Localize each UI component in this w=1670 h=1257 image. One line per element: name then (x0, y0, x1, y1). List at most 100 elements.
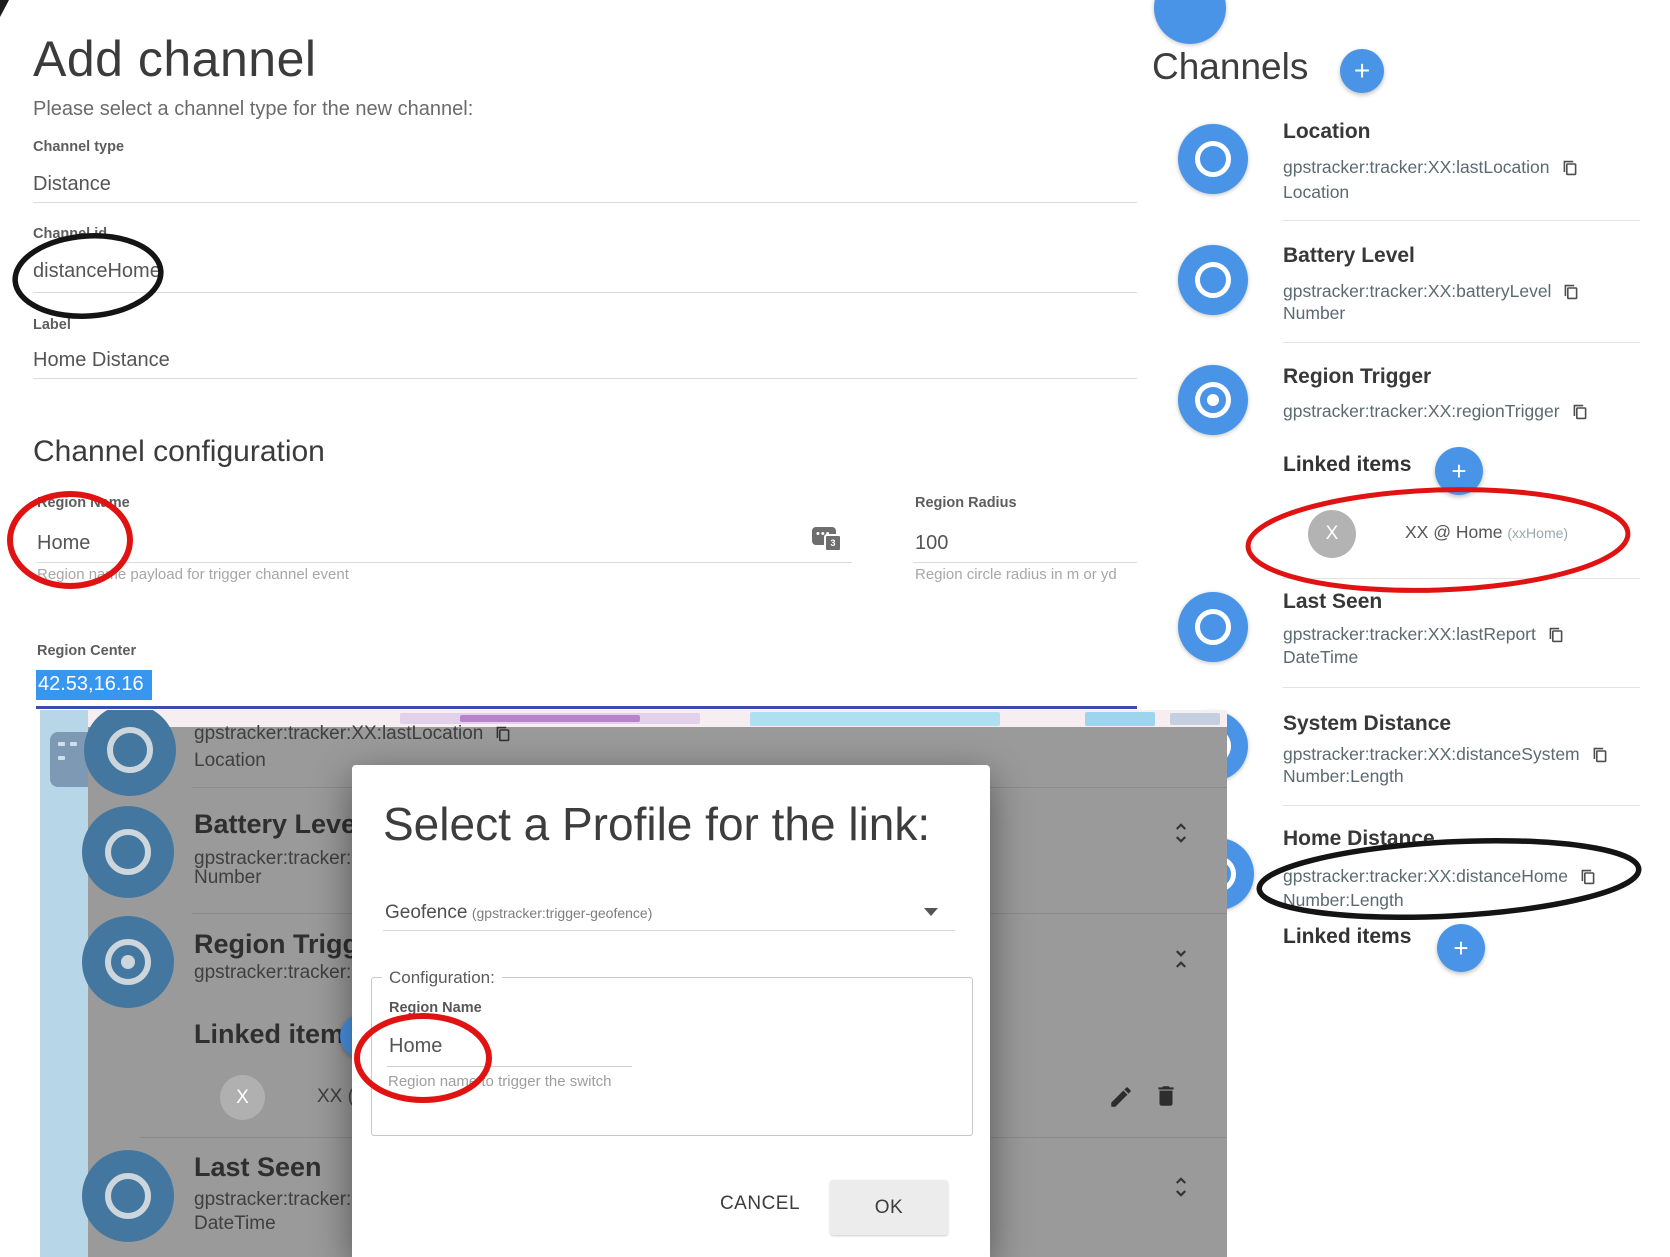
field-underline (33, 292, 1137, 293)
page: Add channel Please select a channel type… (0, 0, 1670, 1257)
unfold-more-icon[interactable] (1168, 818, 1194, 848)
profile-select[interactable]: Geofence (gpstracker:trigger-geofence) (385, 902, 652, 924)
select-underline (383, 930, 955, 931)
page-title: Add channel (33, 30, 317, 88)
add-linked-item-button[interactable]: + (1437, 924, 1485, 972)
channel-uid: gpstracker:tracker:XX:distanceSystem (1283, 744, 1580, 765)
bg-channel-id-row: gpstracker:tracker:X (194, 962, 364, 984)
ok-button[interactable]: OK (830, 1180, 948, 1235)
channel-uid: gpstracker:tracker:XX:lastReport (1283, 624, 1536, 645)
channel-item-type: DateTime (1283, 647, 1358, 668)
region-name-field[interactable]: Home (37, 532, 90, 555)
bg-channel-id-row: gpstracker:tracker:XX:lastLocation (194, 723, 511, 745)
plus-icon: + (1354, 55, 1370, 87)
map-fragment-left (40, 710, 88, 1257)
copy-icon[interactable] (1572, 403, 1588, 421)
divider (1283, 687, 1640, 688)
field-underline (37, 562, 852, 563)
divider (1283, 805, 1640, 806)
bg-channel-id-row: gpstracker:tracker:X (194, 1189, 364, 1211)
bg-channel-item-type: DateTime (194, 1213, 276, 1235)
copy-icon[interactable] (1548, 626, 1564, 644)
linked-item-note: (xxHome) (1507, 525, 1568, 541)
plus-icon: + (1453, 933, 1468, 964)
region-name-helper: Region name payload for trigger channel … (37, 566, 349, 583)
divider (1283, 578, 1640, 579)
channel-type-label: Channel type (33, 139, 124, 155)
channel-battery-icon (1178, 245, 1248, 315)
channel-title: System Distance (1283, 712, 1451, 736)
cancel-button[interactable]: CANCEL (710, 1182, 810, 1225)
region-center-label: Region Center (37, 643, 136, 659)
channel-title: Battery Level (1283, 244, 1415, 268)
divider (1283, 342, 1640, 343)
linked-items-label: Linked items (1283, 925, 1411, 949)
profile-dialog: Select a Profile for the link: Geofence … (352, 765, 990, 1257)
channel-id-row: gpstracker:tracker:XX:batteryLevel (1283, 281, 1579, 302)
copy-icon[interactable] (1592, 746, 1608, 764)
region-name-label: Region Name (37, 495, 130, 511)
channel-id-row: gpstracker:tracker:XX:lastReport (1283, 624, 1564, 645)
channel-title: Home Distance (1283, 827, 1435, 851)
region-radius-label: Region Radius (915, 495, 1017, 511)
label-field[interactable]: Home Distance (33, 349, 170, 372)
channel-item-type: Location (1283, 182, 1349, 203)
bg-channel-item-type: Location (194, 750, 266, 772)
channel-title: Region Trigger (1283, 365, 1431, 389)
plus-icon: + (1451, 456, 1466, 487)
copy-icon[interactable] (495, 725, 511, 743)
config-heading: Channel configuration (33, 435, 325, 469)
channel-id-row: gpstracker:tracker:XX:lastLocation (1283, 157, 1578, 178)
unfold-less-icon[interactable] (1168, 944, 1194, 974)
region-radius-field[interactable]: 100 (915, 532, 948, 555)
channel-uid: gpstracker:tracker:XX:batteryLevel (1283, 281, 1551, 302)
copy-icon[interactable] (1563, 283, 1579, 301)
edit-icon[interactable] (1108, 1084, 1134, 1110)
delete-icon[interactable] (1153, 1082, 1179, 1110)
corner-artifact (0, 0, 9, 17)
dialog-region-name-field[interactable]: Home (389, 1035, 442, 1058)
focused-field-underline (36, 706, 1137, 709)
channel-id-row: gpstracker:tracker:XX:distanceSystem (1283, 744, 1608, 765)
add-linked-item-button[interactable]: + (1435, 447, 1483, 495)
channel-id-row: gpstracker:tracker:XX:regionTrigger (1283, 401, 1588, 422)
unfold-more-icon[interactable] (1168, 1172, 1194, 1202)
copy-icon[interactable] (1580, 868, 1596, 886)
bg-channel-title: Battery Level (194, 809, 364, 840)
linked-items-label: Linked items (1283, 453, 1411, 477)
dialog-region-name-helper: Region name to trigger the switch (388, 1073, 611, 1090)
region-center-field[interactable]: 42.53,16.16 (36, 673, 152, 696)
fieldset-legend: Configuration: (382, 968, 502, 988)
channel-title: Location (1283, 120, 1371, 144)
channel-title: Last Seen (1283, 590, 1382, 614)
bg-channel-title: Last Seen (194, 1152, 322, 1183)
channel-type-field[interactable]: Distance (33, 173, 111, 196)
divider (1283, 220, 1640, 221)
bg-linked-items-label: Linked items (194, 1019, 359, 1050)
dialog-region-name-label: Region Name (389, 1000, 482, 1016)
region-radius-helper: Region circle radius in m or yd (915, 566, 1117, 583)
bg-channel-region-trigger-icon (82, 916, 174, 1008)
bg-channel-battery-icon (82, 806, 174, 898)
keypad-icon[interactable]: ••• 3 (812, 527, 836, 545)
field-underline (913, 562, 1137, 563)
field-underline (387, 1066, 632, 1067)
linked-item-text[interactable]: XX @ Home (xxHome) (1405, 522, 1568, 543)
copy-icon[interactable] (1562, 159, 1578, 177)
channel-id-label: Channel id (33, 226, 107, 242)
dialog-title: Select a Profile for the link: (383, 797, 930, 851)
profile-select-note: (gpstracker:trigger-geofence) (472, 905, 653, 921)
channel-region-trigger-icon (1178, 365, 1248, 435)
add-channel-button[interactable]: + (1340, 49, 1384, 93)
channel-last-seen-icon (1178, 592, 1248, 662)
bg-channel-item-type: Number (194, 867, 262, 889)
form-subtitle: Please select a channel type for the new… (33, 98, 473, 121)
chevron-down-icon[interactable] (924, 908, 938, 916)
channel-id-field[interactable]: distanceHome (33, 260, 161, 283)
bg-linked-item-avatar: X (220, 1075, 265, 1120)
field-underline (33, 202, 1137, 203)
channel-item-type: Number (1283, 303, 1345, 324)
bg-linked-item-text: XX ( (317, 1086, 354, 1108)
cutoff-fab-icon (1154, 0, 1226, 44)
label-field-label: Label (33, 317, 71, 333)
